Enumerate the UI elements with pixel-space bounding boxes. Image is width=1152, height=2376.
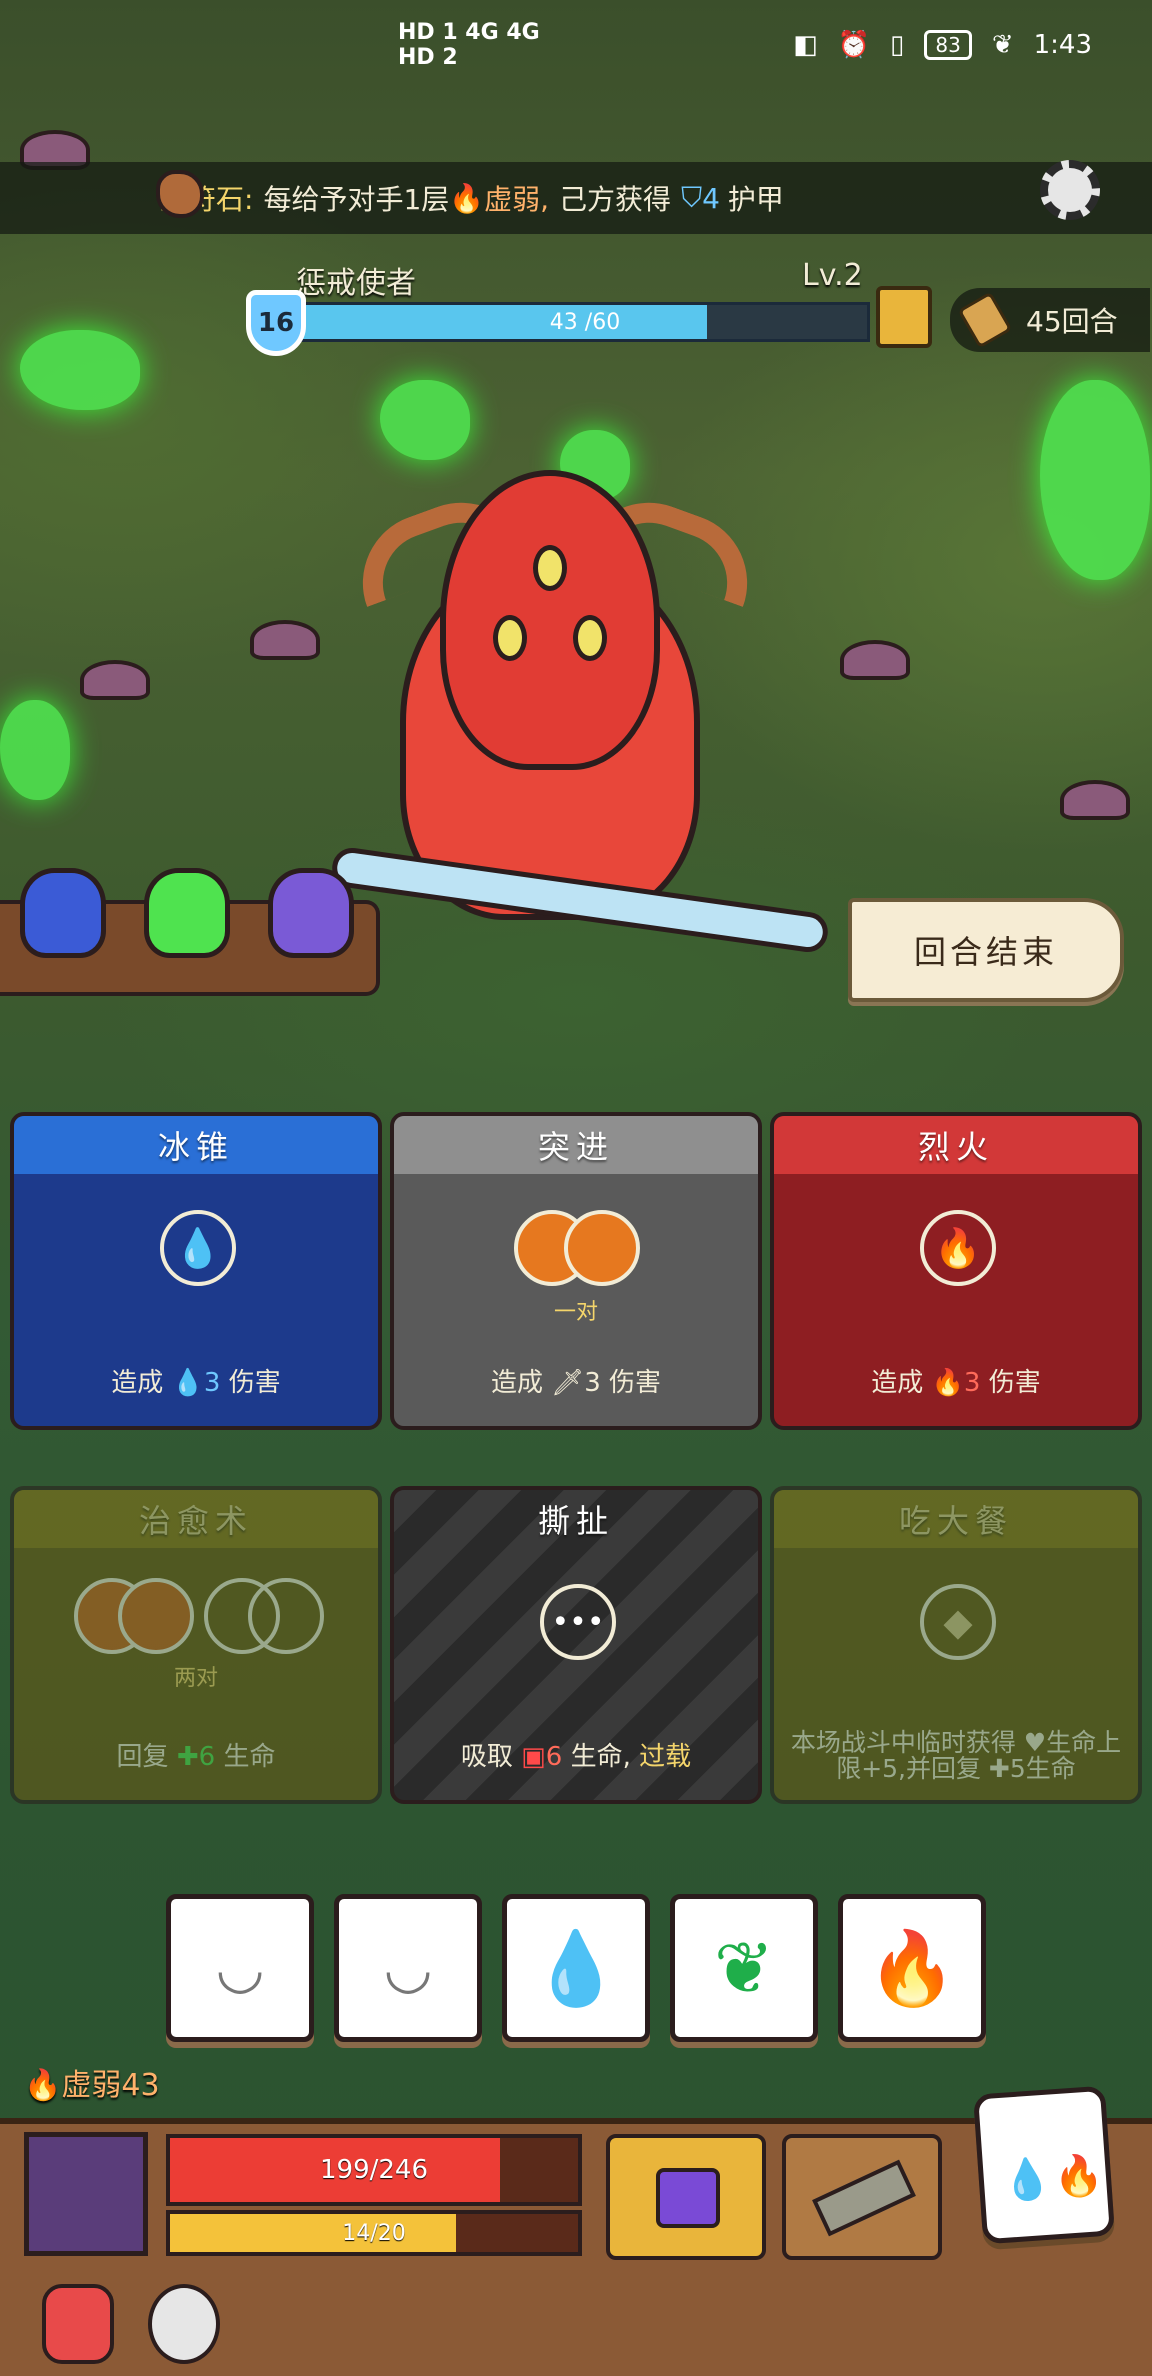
enemy-hp-bar: 43 /60: [300, 302, 870, 342]
monster-head: [440, 470, 660, 770]
glowing-leaf-icon: [0, 700, 70, 800]
card-description: 回复 ✚6 生命: [116, 1742, 276, 1772]
glowing-leaf-icon: [20, 330, 140, 410]
dice-slot[interactable]: [248, 1578, 324, 1654]
blue-potion-icon[interactable]: [20, 868, 106, 958]
monster-eye: [533, 545, 567, 591]
card-requirement: 一对: [553, 1300, 598, 1325]
card-title: 烈火: [774, 1116, 1138, 1174]
dice-slot[interactable]: [564, 1210, 640, 1286]
sword-icon: 🗡: [551, 1368, 585, 1398]
rune-effect: 虚弱,: [484, 183, 550, 216]
card-description: 吸取 ▣6 生命, 过载: [460, 1742, 692, 1772]
enemy-name: 惩戒使者: [296, 266, 416, 301]
mushroom-icon: [1060, 780, 1130, 820]
card-feast[interactable]: 吃大餐 ◆ 本场战斗中临时获得 ♥生命上限+5,并回复 ✚5生命: [770, 1486, 1142, 1804]
network-indicator: HD 1 4G 4G HD 2: [398, 20, 540, 70]
card-title: 撕扯: [537, 1502, 614, 1540]
card-ice-cone[interactable]: 冰锥 💧 造成 💧3 伤害: [10, 1112, 382, 1430]
water-drop-icon[interactable]: 💧: [160, 1210, 236, 1286]
mushroom-icon: [250, 620, 320, 660]
system-status-bar: HD 1 4G 4G HD 2 ◧ ⏰ ▯ 83 ❦ 1:43: [0, 0, 1152, 96]
diamond-icon[interactable]: ◆: [920, 1584, 996, 1660]
rune-shield-amount: 4: [702, 181, 720, 215]
enemy-hp-text: 43 /60: [549, 309, 621, 335]
closed-eye-icon[interactable]: ◡: [166, 1894, 314, 2042]
weak-status-badge: 🔥虚弱43: [24, 2068, 160, 2103]
fire-icon: 🔥: [1052, 2151, 1106, 2202]
glowing-leaf-icon: [380, 380, 470, 460]
fang-icon: ▣: [521, 1742, 546, 1772]
card-description: 造成 🗡3 伤害: [490, 1368, 662, 1398]
leaf-icon[interactable]: ❦: [670, 1894, 818, 2042]
settings-gear-icon[interactable]: [1040, 160, 1100, 220]
card-description: 造成 💧3 伤害: [111, 1368, 281, 1398]
enemy-level: Lv.2: [802, 258, 863, 293]
red-relic-icon[interactable]: [42, 2284, 114, 2364]
player-avatar[interactable]: [24, 2132, 148, 2256]
lock-icon: [656, 2168, 720, 2228]
monster-eye: [493, 615, 527, 661]
fire-icon[interactable]: 🔥: [920, 1210, 996, 1286]
card-blaze[interactable]: 烈火 🔥 造成 🔥3 伤害: [770, 1112, 1142, 1430]
rune-text-before: 每给予对手1层: [263, 183, 450, 216]
lock-skill-button[interactable]: [606, 2134, 766, 2260]
weak-flame-icon: 🔥: [24, 2068, 62, 2103]
bandage-icon: [812, 2159, 916, 2237]
water-drop-icon[interactable]: 💧: [502, 1894, 650, 2042]
bandage-item-slot[interactable]: [782, 2134, 942, 2260]
rune-text-after: 己方获得: [559, 183, 672, 216]
green-potion-icon[interactable]: [144, 868, 230, 958]
card-requirement: 两对: [173, 1666, 218, 1691]
reroll-dice-button[interactable]: 💧 🔥: [972, 2085, 1116, 2245]
card-charge[interactable]: 突进 一对 造成 🗡3 伤害: [390, 1112, 762, 1430]
card-title: 冰锥: [14, 1116, 378, 1174]
vibrate-icon: ▯: [890, 30, 905, 60]
alarm-icon: ⏰: [837, 30, 871, 60]
rune-shield-label: 护甲: [727, 183, 784, 216]
player-hp-text: 199/246: [319, 2155, 428, 2185]
purple-potion-icon[interactable]: [268, 868, 354, 958]
closed-eye-icon[interactable]: ◡: [334, 1894, 482, 2042]
card-heal[interactable]: 治愈术 两对 回复 ✚6 生命: [10, 1486, 382, 1804]
any-dice-icon[interactable]: •••: [540, 1584, 616, 1660]
mushroom-icon: [80, 660, 150, 700]
mushroom-icon: [840, 640, 910, 680]
card-description: 本场战斗中临时获得 ♥生命上限+5,并回复 ✚5生命: [790, 1728, 1122, 1783]
battery-indicator: 83: [924, 30, 972, 60]
weak-flame-icon: 🔥: [449, 181, 485, 215]
water-drop-icon: 💧: [1000, 2155, 1054, 2205]
card-description: 造成 🔥3 伤害: [871, 1368, 1041, 1398]
clock: 1:43: [1033, 30, 1092, 60]
earth-rune-icon[interactable]: [156, 170, 204, 218]
card-tear[interactable]: 撕扯 ••• 吸取 ▣6 生命, 过载: [390, 1486, 762, 1804]
moon-star-relic-icon[interactable]: [148, 2284, 220, 2364]
player-mana-bar: 14/20: [166, 2210, 582, 2256]
card-title: 治愈术: [14, 1490, 378, 1548]
fire-icon[interactable]: 🔥: [838, 1894, 986, 2042]
enemy-intent-magnifier-button[interactable]: [876, 286, 932, 348]
enemy-shield-badge: 16: [246, 290, 306, 356]
card-title: 吃大餐: [774, 1490, 1138, 1548]
end-turn-button[interactable]: 回合结束: [848, 898, 1124, 1002]
shield-icon: ⛉: [681, 181, 703, 214]
nfc-icon: ◧: [793, 30, 818, 60]
player-mana-text: 14/20: [342, 2220, 406, 2246]
player-hp-bar: 199/246: [166, 2134, 582, 2206]
card-title: 突进: [394, 1116, 758, 1174]
monster-eye: [573, 615, 607, 661]
dice-slot[interactable]: [118, 1578, 194, 1654]
eco-leaf-icon: ❦: [991, 30, 1014, 60]
glowing-leaf-icon: [1040, 380, 1150, 580]
